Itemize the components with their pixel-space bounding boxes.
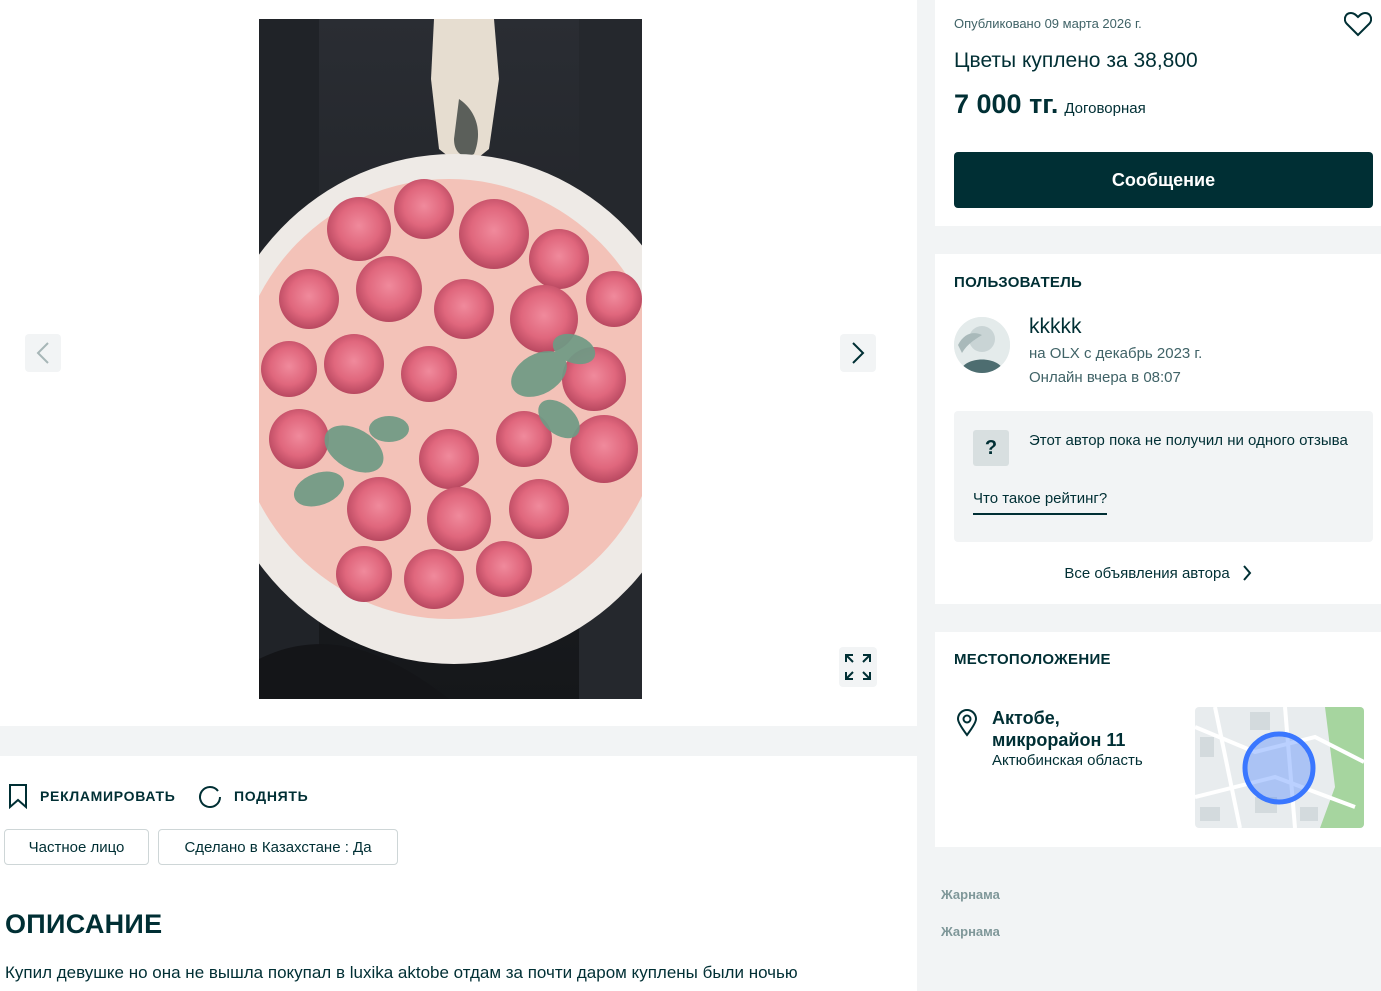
raise-button[interactable]: ПОДНЯТЬ	[198, 783, 308, 809]
rating-info-link[interactable]: Что такое рейтинг?	[973, 490, 1108, 515]
published-date: Опубликовано 09 марта 2026 г.	[954, 16, 1142, 31]
refresh-icon	[199, 786, 221, 808]
description-text: Купил девушке но она не вышла покупал в …	[5, 963, 798, 982]
product-photo[interactable]	[259, 19, 642, 699]
location-pin-icon	[956, 709, 978, 737]
user-name[interactable]: kkkkk	[1029, 315, 1082, 339]
bookmark-icon	[9, 784, 27, 809]
user-section-title: ПОЛЬЗОВАТЕЛЬ	[954, 274, 1083, 291]
price: 7 000 тг.	[954, 89, 1059, 119]
expand-icon	[845, 654, 871, 680]
heart-icon	[1344, 11, 1372, 37]
ad-label: Жарнама	[941, 924, 1000, 939]
ad-title: Цветы куплено за 38,800	[954, 49, 1198, 72]
tag-made-in-kazakhstan: Сделано в Казахстане : Да	[158, 829, 398, 865]
all-author-ads-link[interactable]: Все объявления автора	[935, 564, 1381, 582]
user-member-since: на OLX с декабрь 2023 г.	[1029, 345, 1203, 362]
price-row: 7 000 тг. Договорная	[954, 89, 1146, 120]
promote-button[interactable]: РЕКЛАМИРОВАТЬ	[8, 783, 175, 809]
negotiable-label: Договорная	[1064, 100, 1146, 117]
rating-text: Этот автор пока не получил ни одного отз…	[1029, 432, 1348, 449]
gallery-prev-button[interactable]	[25, 334, 61, 372]
favorite-button[interactable]	[1343, 9, 1373, 39]
message-button[interactable]: Сообщение	[954, 152, 1373, 208]
ad-summary-card: Опубликовано 09 марта 2026 г. Цветы купл…	[935, 0, 1381, 226]
avatar[interactable]	[954, 317, 1010, 373]
raise-label: ПОДНЯТЬ	[234, 788, 309, 804]
chevron-left-icon	[36, 342, 49, 364]
rating-box: ? Этот автор пока не получил ни одного о…	[954, 411, 1373, 542]
gallery-panel	[0, 0, 917, 726]
user-card: ПОЛЬЗОВАТЕЛЬ kkkkk на OLX с декабрь 2023…	[935, 254, 1381, 604]
flowers-photo-illustration	[259, 19, 642, 699]
map-thumbnail	[1195, 707, 1364, 828]
all-author-ads-label: Все объявления автора	[1064, 564, 1230, 582]
user-last-online: Онлайн вчера в 08:07	[1029, 369, 1181, 386]
question-icon: ?	[973, 430, 1009, 466]
location-region: Актюбинская область	[992, 752, 1143, 769]
gallery-next-button[interactable]	[840, 334, 876, 372]
promote-label: РЕКЛАМИРОВАТЬ	[40, 788, 176, 804]
user-avatar-icon	[954, 317, 1010, 373]
description-title: ОПИСАНИЕ	[5, 909, 163, 939]
ad-label: Жарнама	[941, 887, 1000, 902]
fullscreen-button[interactable]	[839, 647, 877, 687]
chevron-right-icon	[1242, 565, 1251, 581]
tag-private-seller: Частное лицо	[4, 829, 149, 865]
location-city: Актобе, микрорайон 11	[992, 708, 1126, 750]
location-section-title: МЕСТОПОЛОЖЕНИЕ	[954, 651, 1111, 668]
chevron-right-icon	[852, 342, 865, 364]
location-map[interactable]	[1195, 707, 1364, 828]
location-card: МЕСТОПОЛОЖЕНИЕ Актобе, микрорайон 11 Акт…	[935, 632, 1381, 847]
